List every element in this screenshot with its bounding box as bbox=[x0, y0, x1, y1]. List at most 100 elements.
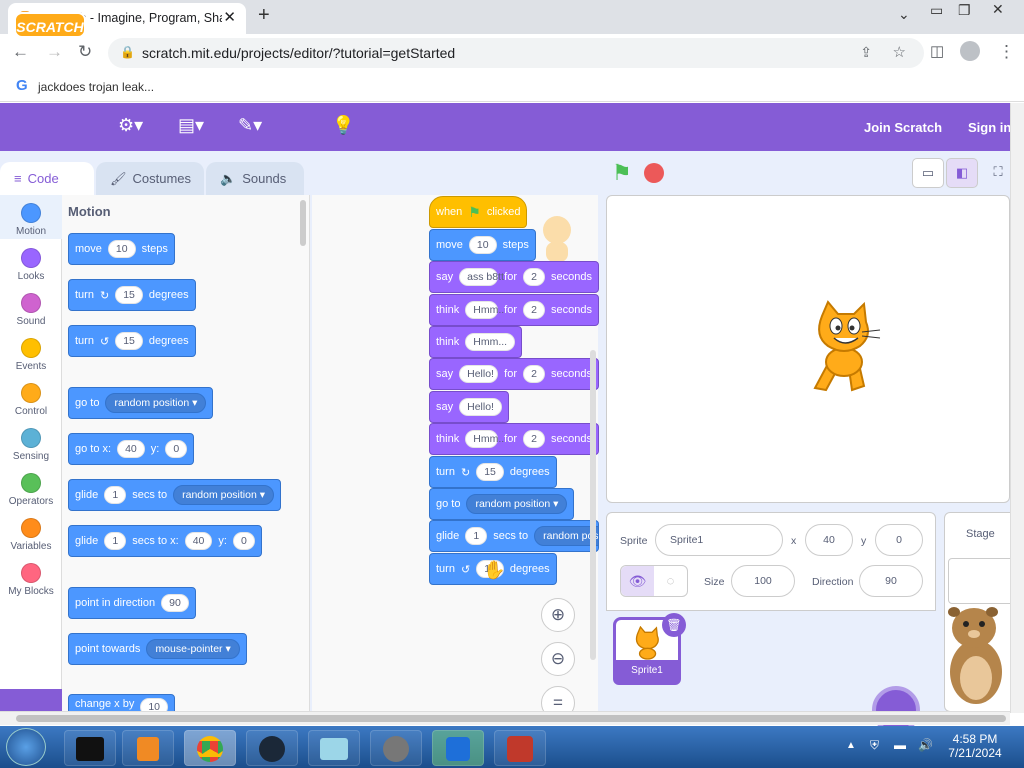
join-scratch-link[interactable]: Join Scratch bbox=[864, 120, 942, 135]
block-number-input[interactable]: 15 bbox=[115, 286, 143, 304]
tab-search-icon[interactable]: ⌄ bbox=[898, 6, 910, 23]
zoom-out-icon[interactable]: ⊖ bbox=[541, 642, 575, 676]
category-sound[interactable]: Sound bbox=[0, 293, 62, 327]
page-vertical-scrollbar[interactable] bbox=[1010, 103, 1024, 713]
menu-kebab-icon[interactable]: ⋮ bbox=[998, 42, 1015, 62]
block-number-input[interactable]: 2 bbox=[523, 301, 546, 319]
script-goto-block[interactable]: go to random position ▾ bbox=[429, 488, 575, 520]
palette-gotoxy-block[interactable]: go to x: 40 y: 0 bbox=[68, 433, 195, 465]
script-scrollbar[interactable] bbox=[590, 350, 596, 660]
block-number-input[interactable]: 2 bbox=[523, 430, 546, 448]
palette-glidexy-block[interactable]: glide 1 secs to x: 40 y: 0 bbox=[68, 525, 262, 557]
block-dropdown[interactable]: random position ▾ bbox=[466, 494, 568, 514]
hide-eye-icon[interactable]: ◌ bbox=[654, 566, 687, 596]
stop-icon[interactable] bbox=[644, 163, 664, 183]
green-flag-icon[interactable]: ⚑ bbox=[612, 160, 632, 186]
forward-icon[interactable]: → bbox=[46, 42, 63, 62]
block-text-input[interactable]: Hmm... bbox=[465, 430, 507, 448]
block-number-input[interactable]: 1 bbox=[104, 532, 127, 550]
category-events[interactable]: Events bbox=[0, 338, 62, 372]
delete-sprite-icon[interactable]: 🗑 bbox=[662, 613, 686, 637]
script-turn-right-block[interactable]: turn ↻ 15 degrees bbox=[429, 456, 557, 488]
bookmark-star-icon[interactable]: ☆ bbox=[893, 43, 906, 61]
category-variables[interactable]: Variables bbox=[0, 518, 62, 552]
tray-shield-icon[interactable]: ⛨ bbox=[870, 738, 879, 753]
taskbar-malwarebytes-icon[interactable] bbox=[432, 730, 484, 766]
block-dropdown[interactable]: random position ▾ bbox=[173, 485, 275, 505]
palette-move-block[interactable]: move 10 steps bbox=[68, 233, 175, 265]
taskbar-app-icon[interactable] bbox=[308, 730, 360, 766]
block-number-input[interactable]: 0 bbox=[232, 532, 255, 550]
horizontal-scroll-thumb[interactable] bbox=[16, 715, 1006, 722]
category-my-blocks[interactable]: My Blocks bbox=[0, 563, 62, 597]
block-text-input[interactable]: Hmm... bbox=[465, 301, 507, 319]
palette-goto-block[interactable]: go to random position ▾ bbox=[68, 387, 214, 419]
palette-point-towards-block[interactable]: point towards mouse-pointer ▾ bbox=[68, 633, 247, 665]
tray-volume-icon[interactable]: 🔊 bbox=[918, 738, 933, 752]
taskbar-app-icon[interactable] bbox=[494, 730, 546, 766]
extension-button[interactable] bbox=[0, 689, 62, 711]
tab-code[interactable]: ≡ Code bbox=[0, 162, 94, 196]
category-looks[interactable]: Looks bbox=[0, 248, 62, 282]
category-control[interactable]: Control bbox=[0, 383, 62, 417]
palette-point-direction-block[interactable]: point in direction 90 bbox=[68, 587, 196, 619]
script-think-for-block[interactable]: think Hmm... for 2 seconds bbox=[429, 423, 599, 455]
size-field[interactable]: 100 bbox=[731, 565, 795, 597]
script-move-block[interactable]: move 10 steps bbox=[429, 229, 536, 261]
block-text-input[interactable]: Hello! bbox=[459, 398, 502, 416]
file-menu-icon[interactable]: ▤▾ bbox=[178, 115, 204, 136]
bookmark-link[interactable]: jackdoes trojan leak... bbox=[38, 80, 154, 94]
small-stage-icon[interactable]: ▭ bbox=[912, 158, 944, 188]
block-number-input[interactable]: 90 bbox=[161, 594, 189, 612]
block-number-input[interactable]: 1 bbox=[104, 486, 127, 504]
category-sensing[interactable]: Sensing bbox=[0, 428, 62, 462]
script-say-block[interactable]: say Hello! bbox=[429, 391, 509, 423]
tab-close-icon[interactable]: ✕ bbox=[223, 8, 236, 26]
script-say-for-block[interactable]: say Hello! for 2 seconds bbox=[429, 358, 599, 390]
taskbar-chrome-icon[interactable] bbox=[184, 730, 236, 766]
show-eye-icon[interactable]: 👁 bbox=[621, 566, 654, 596]
y-position-field[interactable]: 0 bbox=[875, 524, 923, 556]
address-bar[interactable]: 🔒 scratch.mit.edu/projects/editor/?tutor… bbox=[108, 38, 924, 68]
block-number-input[interactable]: 0 bbox=[165, 440, 188, 458]
block-text-input[interactable]: Hmm... bbox=[465, 333, 516, 351]
block-number-input[interactable]: 1 bbox=[465, 527, 488, 545]
start-button-icon[interactable] bbox=[6, 728, 46, 766]
taskbar-steam-icon[interactable] bbox=[246, 730, 298, 766]
scratch-cat-sprite[interactable] bbox=[800, 300, 890, 396]
taskbar-app-icon[interactable] bbox=[370, 730, 422, 766]
palette-glide-block[interactable]: glide 1 secs to random position ▾ bbox=[68, 479, 282, 511]
tab-sounds[interactable]: 🔈 Sounds bbox=[206, 162, 304, 196]
block-text-input[interactable]: Hello! bbox=[459, 365, 499, 383]
reload-icon[interactable]: ↻ bbox=[78, 42, 92, 62]
side-panel-icon[interactable]: ◫ bbox=[930, 42, 944, 60]
restore-icon[interactable]: ❐ bbox=[958, 2, 971, 19]
block-number-input[interactable]: 40 bbox=[184, 532, 213, 550]
block-number-input[interactable]: 2 bbox=[523, 268, 546, 286]
palette-change-x-block[interactable]: change x by 10 bbox=[68, 694, 176, 716]
tab-costumes[interactable]: 🖌 Costumes bbox=[96, 162, 204, 196]
minimize-icon[interactable]: ▭ bbox=[930, 2, 943, 19]
x-position-field[interactable]: 40 bbox=[805, 524, 853, 556]
script-glide-block[interactable]: glide1secs torandom position bbox=[429, 520, 599, 552]
scratch-logo[interactable]: SCRATCH bbox=[14, 12, 86, 38]
block-number-input[interactable]: 10 bbox=[107, 240, 136, 258]
sign-in-link[interactable]: Sign in bbox=[968, 120, 1011, 135]
profile-avatar[interactable] bbox=[960, 41, 980, 61]
category-operators[interactable]: Operators bbox=[0, 473, 62, 507]
sprite-name-field[interactable]: Sprite1 bbox=[655, 524, 783, 556]
block-number-input[interactable]: 40 bbox=[117, 440, 145, 458]
taskbar-clock[interactable]: 4:58 PM 7/21/2024 bbox=[940, 732, 1010, 760]
palette-scrollbar[interactable] bbox=[300, 200, 306, 246]
block-number-input[interactable]: 2 bbox=[523, 365, 546, 383]
share-icon[interactable]: ⇪ bbox=[860, 44, 872, 61]
taskbar-app-dark-icon[interactable] bbox=[64, 730, 116, 766]
settings-gear-icon[interactable]: ⚙▾ bbox=[118, 115, 143, 136]
block-number-input[interactable]: 15 bbox=[476, 463, 504, 481]
block-number-input[interactable]: 15 bbox=[115, 332, 143, 350]
zoom-in-icon[interactable]: ⊕ bbox=[541, 598, 575, 632]
new-tab-button[interactable]: + bbox=[258, 4, 270, 27]
direction-field[interactable]: 90 bbox=[859, 565, 923, 597]
normal-stage-icon[interactable]: ◧ bbox=[946, 158, 978, 188]
block-dropdown[interactable]: random position ▾ bbox=[105, 393, 207, 413]
